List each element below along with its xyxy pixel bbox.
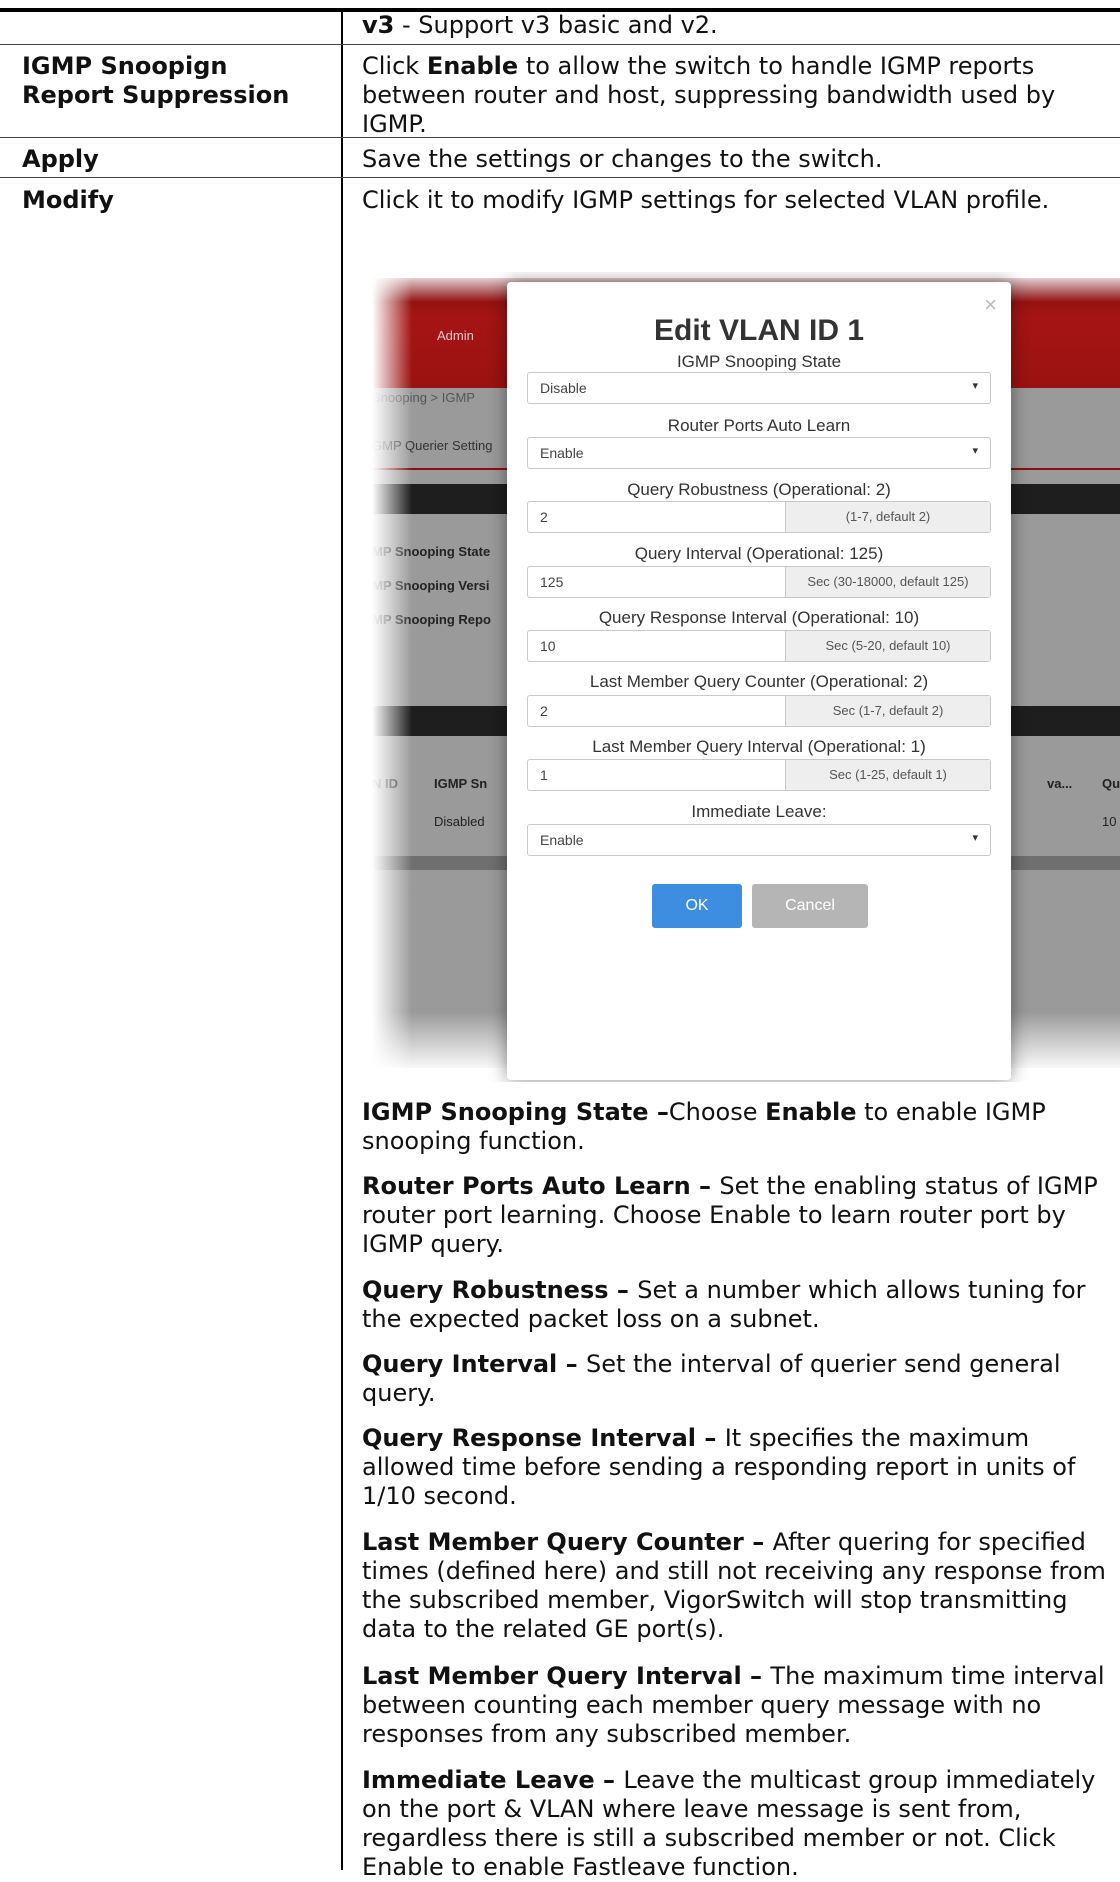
input-addon: Sec (30-18000, default 125) <box>785 567 990 597</box>
input-addon: Sec (5-20, default 10) <box>785 631 990 661</box>
label-immediate-leave: Immediate Leave: <box>691 802 827 821</box>
row-v3-term: v3 <box>362 11 395 39</box>
row-v3-desc: - Support v3 basic and v2. <box>394 11 718 39</box>
row-divider <box>0 177 1120 178</box>
row-modify-text: Click it to modify IGMP settings for sel… <box>362 186 1050 214</box>
row-divider <box>0 44 1120 45</box>
input-query-response-interval[interactable]: 10 Sec (5-20, default 10) <box>527 630 991 662</box>
caret-down-icon: ▾ <box>972 832 978 844</box>
desc-router-ports-auto-learn: Router Ports Auto Learn – Set the enabli… <box>362 1172 1098 1258</box>
cancel-button[interactable]: Cancel <box>752 884 868 928</box>
document-page: v3 - Support v3 basic and v2. IGMP Snoop… <box>0 0 1120 1881</box>
edit-vlan-modal: × Edit VLAN ID 1 IGMP Snooping State Dis… <box>507 282 1011 1080</box>
desc-last-member-query-counter: Last Member Query Counter – After querin… <box>362 1528 1106 1643</box>
input-last-member-interval[interactable]: 1 Sec (1-25, default 1) <box>527 759 991 791</box>
select-immediate-leave[interactable]: Enable ▾ <box>527 824 991 856</box>
desc-query-robustness: Query Robustness – Set a number which al… <box>362 1276 1086 1333</box>
col-igmp-snooping: IGMP Sn <box>434 776 488 791</box>
ok-button[interactable]: OK <box>652 884 742 928</box>
row-apply-text: Save the settings or changes to the swit… <box>362 145 883 173</box>
label-query-interval: Query Interval (Operational: 125) <box>634 544 884 563</box>
row-v3-text: v3 - Support v3 basic and v2. <box>362 11 1112 40</box>
select-value: Enable <box>540 445 584 461</box>
edit-vlan-screenshot: Admin Snooping > IGMP GMP Querier Settin… <box>362 272 1120 1082</box>
input-last-member-counter[interactable]: 2 Sec (1-7, default 2) <box>527 695 991 727</box>
label-snooping-state: IGMP Snooping State <box>676 352 842 371</box>
select-value: Disable <box>540 380 587 396</box>
label-last-member-counter: Last Member Query Counter (Operational: … <box>589 672 929 691</box>
desc-query-response-interval: Query Response Interval – It specifies t… <box>362 1424 1076 1510</box>
input-addon: Sec (1-7, default 2) <box>785 696 990 726</box>
input-value: 2 <box>540 509 548 525</box>
label-last-member-interval: Last Member Query Interval (Operational:… <box>592 737 926 756</box>
input-query-interval[interactable]: 125 Sec (30-18000, default 125) <box>527 566 991 598</box>
input-value: 2 <box>540 703 548 719</box>
col-qu: Qu <box>1102 776 1120 791</box>
nav-admin: Admin <box>437 328 474 343</box>
input-value: 125 <box>540 574 564 590</box>
row-apply-label: Apply <box>22 145 99 173</box>
fade-left <box>372 278 412 1068</box>
select-value: Enable <box>540 832 584 848</box>
desc-immediate-leave: Immediate Leave – Leave the multicast gr… <box>362 1766 1096 1881</box>
caret-down-icon: ▾ <box>972 445 978 457</box>
select-router-ports[interactable]: Enable ▾ <box>527 437 991 469</box>
column-divider <box>341 8 343 1870</box>
cell-disabled: Disabled <box>434 814 485 829</box>
desc-snooping-state: IGMP Snooping State –Choose Enable to en… <box>362 1098 1046 1155</box>
desc-query-interval: Query Interval – Set the interval of que… <box>362 1350 1061 1407</box>
row-report-suppression-text: Click Enable to allow the switch to hand… <box>362 52 1056 138</box>
input-query-robustness[interactable]: 2 (1-7, default 2) <box>527 501 991 533</box>
row-modify-label: Modify <box>22 186 114 214</box>
input-addon: Sec (1-25, default 1) <box>785 760 990 790</box>
row-report-suppression-label: IGMP Snoopign Report Suppression <box>22 52 290 109</box>
col-va: va... <box>1047 776 1073 791</box>
input-value: 10 <box>540 638 556 654</box>
cell-10: 10 <box>1102 814 1117 829</box>
caret-down-icon: ▾ <box>972 380 978 392</box>
desc-last-member-query-interval: Last Member Query Interval – The maximum… <box>362 1662 1105 1748</box>
select-snooping-state[interactable]: Disable ▾ <box>527 372 991 404</box>
modal-title: Edit VLAN ID 1 <box>653 314 864 347</box>
label-query-robustness: Query Robustness (Operational: 2) <box>627 480 891 499</box>
label-router-ports: Router Ports Auto Learn <box>667 416 851 435</box>
input-value: 1 <box>540 767 548 783</box>
input-addon: (1-7, default 2) <box>785 502 990 532</box>
label-query-response-interval: Query Response Interval (Operational: 10… <box>598 608 920 627</box>
